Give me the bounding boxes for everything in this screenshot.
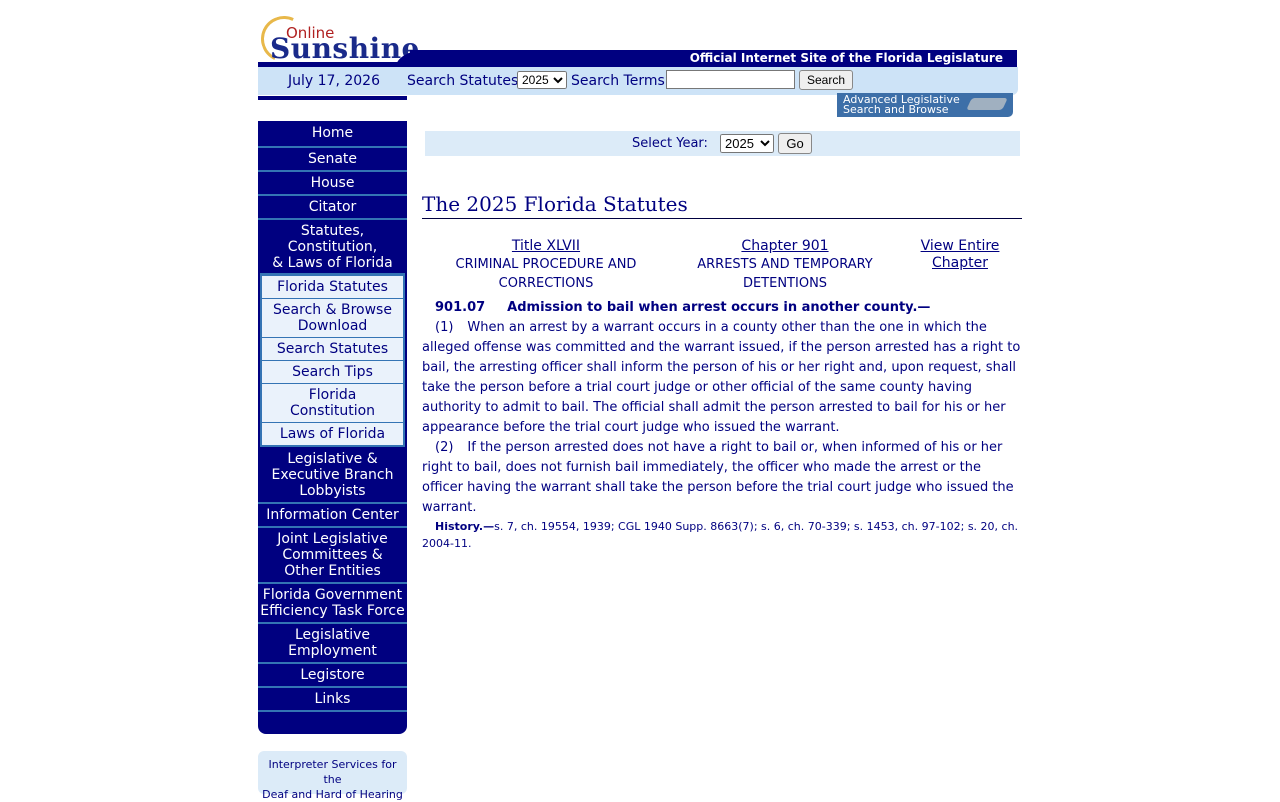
nav-search-statutes[interactable]: Search Statutes [262,338,403,361]
nav-statutes-constitution-laws[interactable]: Statutes, Constitution, & Laws of Florid… [258,220,407,273]
books-icon [966,98,1008,110]
subsection-text: When an arrest by a warrant occurs in a … [422,320,1021,435]
header-underline [258,96,407,100]
chapter-description: DETENTIONS [742,276,828,291]
advanced-search-link[interactable]: Advanced Legislative Search and Browse [837,93,1013,117]
title-link[interactable]: Title XLVII [446,238,646,255]
nav-efficiency-task-force[interactable]: Florida Government Efficiency Task Force [258,584,407,624]
nav-links[interactable]: Links [258,688,407,712]
current-date: July 17, 2026 [288,73,380,89]
title-description: CRIMINAL PROCEDURE AND [455,257,637,272]
site-banner: Official Internet Site of the Florida Le… [410,50,1017,67]
nav-florida-statutes[interactable]: Florida Statutes [262,276,403,299]
select-year-bar: Select Year: 2025 Go [425,131,1020,156]
nav-florida-constitution[interactable]: Florida Constitution [262,384,403,423]
site-header: Online Sunshine Official Internet Site o… [254,9,1020,118]
nav-line: Lobbyists [299,483,366,499]
title-description: CORRECTIONS [498,276,594,291]
interpreter-line: Interpreter Services for the [268,758,397,786]
nav-line: Efficiency Task Force [260,603,405,619]
search-statutes-label: Search Statutes: [407,73,523,89]
nav-line: Florida Government [262,587,403,603]
search-terms-input[interactable] [666,70,795,89]
online-sunshine-logo[interactable]: Online Sunshine [254,9,419,69]
nav-home[interactable]: Home [258,124,407,148]
nav-line: Legislative [295,627,370,643]
nav-lobbyists[interactable]: Legislative & Executive Branch Lobbyists [258,447,407,504]
subsection-text: If the person arrested does not have a r… [422,440,1014,515]
section-heading: 901.07 Admission to bail when arrest occu… [422,298,1022,318]
nav-line: Other Entities [284,563,381,579]
left-nav: Home Senate House Citator Statutes, Cons… [258,121,407,734]
section-number: 901.07 [435,300,486,315]
view-entire-chapter-link[interactable]: View Entire Chapter [910,238,1010,272]
nav-house[interactable]: House [258,172,407,196]
history-text: s. 7, ch. 19554, 1939; CGL 1940 Supp. 86… [422,520,1019,550]
history-label: History.— [435,520,495,533]
view-entire-line: View Entire [920,238,1000,254]
nav-statutes-submenu: Florida Statutes Search & Browse Downloa… [260,273,405,447]
subsection-number: (2) [435,440,454,455]
breadcrumb-title: Title XLVII CRIMINAL PROCEDURE AND CORRE… [446,238,646,293]
view-entire-line: Chapter [932,255,988,271]
nav-senate[interactable]: Senate [258,148,407,172]
nav-line: Joint Legislative [277,531,388,547]
interpreter-services-link[interactable]: Interpreter Services for the Deaf and Ha… [258,751,407,801]
nav-information-center[interactable]: Information Center [258,504,407,528]
statute-section: 901.07 Admission to bail when arrest occu… [422,298,1022,552]
select-year-label: Select Year: [632,136,708,151]
section-catchline: Admission to bail when arrest occurs in … [507,300,931,315]
subsection-number: (1) [435,320,454,335]
nav-sub-line: Search & Browse [273,302,392,318]
nav-sub-line: Constitution [289,403,376,419]
search-terms-label: Search Terms: [571,73,670,89]
nav-laws-of-florida[interactable]: Laws of Florida [262,423,403,445]
nav-statutes-line: & Laws of Florida [272,255,393,271]
nav-statutes-line: Statutes, [300,223,365,239]
search-button[interactable]: Search [799,70,853,90]
nav-legislative-employment[interactable]: Legislative Employment [258,624,407,664]
subsection: (2) If the person arrested does not have … [422,438,1022,518]
year-select[interactable]: 2025 [720,134,774,153]
section-history: History.—s. 7, ch. 19554, 1939; CGL 1940… [422,518,1022,552]
nav-search-tips[interactable]: Search Tips [262,361,403,384]
nav-line: Committees & [282,547,383,563]
nav-line: Executive Branch [271,467,394,483]
go-button[interactable]: Go [778,133,812,154]
chapter-link[interactable]: Chapter 901 [690,238,880,255]
nav-search-browse-download[interactable]: Search & Browse Download [262,299,403,338]
nav-line: Legislative & [287,451,378,467]
nav-joint-committees[interactable]: Joint Legislative Committees & Other Ent… [258,528,407,584]
nav-sub-line: Download [297,318,368,334]
nav-statutes-line: Constitution, [287,239,378,255]
nav-citator[interactable]: Citator [258,196,407,220]
page-title: The 2025 Florida Statutes [422,192,1022,219]
chapter-description: ARRESTS AND TEMPORARY [697,257,873,272]
nav-sub-line: Florida [308,387,357,403]
breadcrumb-chapter: Chapter 901 ARRESTS AND TEMPORARY DETENT… [690,238,880,293]
search-bar: July 17, 2026 Search Statutes: 2025 Sear… [258,67,1018,95]
search-year-select[interactable]: 2025 [517,71,567,89]
nav-line: Employment [288,643,377,659]
nav-legistore[interactable]: Legistore [258,664,407,688]
subsection: (1) When an arrest by a warrant occurs in… [422,318,1022,438]
